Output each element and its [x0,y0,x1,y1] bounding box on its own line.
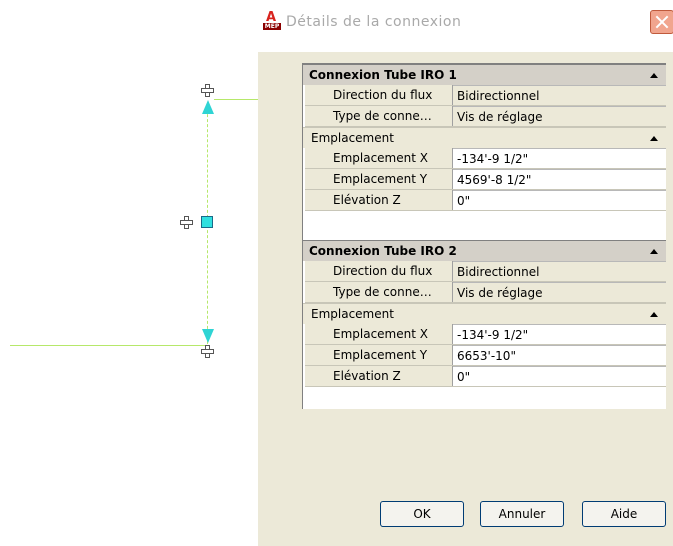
property-row-flow: Direction du flux Bidirectionnel [305,85,666,106]
cancel-button[interactable]: Annuler [480,501,564,527]
connection-details-dialog: A MEP Détails de la connexion Connexion … [258,0,673,546]
dialog-title: Détails de la connexion [286,14,462,30]
center-grip-icon[interactable] [201,216,213,228]
property-row-type: Type de conne… Vis de réglage [305,106,666,127]
property-row-elevation-z: Elévation Z 0" [305,190,666,211]
location-y-field[interactable]: 6653'-10" [453,345,666,365]
location-x-field[interactable]: -134'-9 1/2" [453,324,666,344]
pipe-line-bottom [10,345,206,346]
property-row-type: Type de conne… Vis de réglage [305,282,666,303]
subsection-location-2[interactable]: Emplacement [303,303,666,324]
collapse-caret-icon[interactable] [650,136,658,141]
plus-grip-bottom-icon[interactable] [201,345,214,358]
property-row-location-y: Emplacement Y 4569'-8 1/2" [305,169,666,190]
collapse-caret-icon[interactable] [650,73,658,78]
plus-grip-middle-icon[interactable] [180,216,193,229]
connector-up-grip-icon[interactable] [202,100,214,114]
pipe-line-top [214,99,260,100]
ok-button[interactable]: OK [380,501,464,527]
section-connection-2[interactable]: Connexion Tube IRO 2 [303,240,666,261]
plus-grip-top-icon[interactable] [201,84,214,97]
subsection-location-1[interactable]: Emplacement [303,127,666,148]
property-row-location-x: Emplacement X -134'-9 1/2" [305,148,666,169]
property-grid: Connexion Tube IRO 1 Direction du flux B… [302,63,666,409]
collapse-caret-icon[interactable] [650,312,658,317]
location-x-field[interactable]: -134'-9 1/2" [453,148,666,168]
property-row-location-x: Emplacement X -134'-9 1/2" [305,324,666,345]
dialog-titlebar[interactable]: A MEP Détails de la connexion [258,0,673,52]
property-row-location-y: Emplacement Y 6653'-10" [305,345,666,366]
elevation-z-field[interactable]: 0" [453,366,666,386]
property-row-elevation-z: Elévation Z 0" [305,366,666,387]
connector-down-grip-icon[interactable] [202,329,214,343]
help-button[interactable]: Aide [582,501,666,527]
elevation-z-field[interactable]: 0" [453,190,666,210]
property-row-flow: Direction du flux Bidirectionnel [305,261,666,282]
location-y-field[interactable]: 4569'-8 1/2" [453,169,666,189]
close-icon[interactable] [650,10,673,34]
collapse-caret-icon[interactable] [650,249,658,254]
autocad-mep-icon: A MEP [263,10,281,30]
section-connection-1[interactable]: Connexion Tube IRO 1 [303,64,666,85]
drawing-canvas[interactable] [0,0,260,546]
